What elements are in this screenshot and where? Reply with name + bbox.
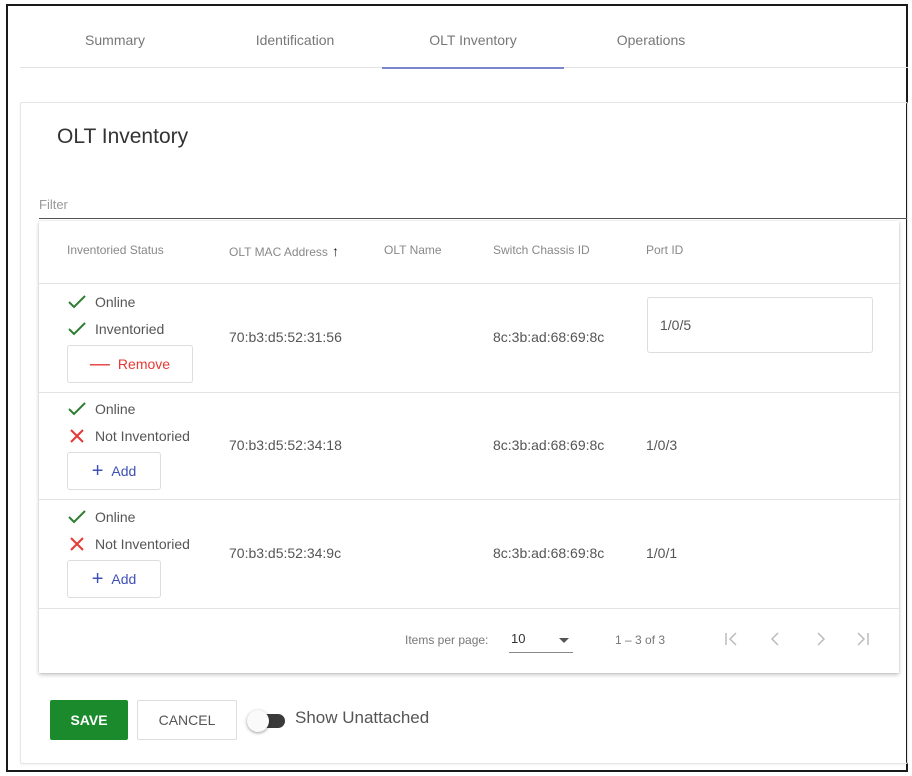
last-page-button[interactable]: [849, 625, 877, 653]
items-per-page-label: Items per page:: [405, 633, 489, 647]
switch-chassis-id: 8c:3b:ad:68:69:8c: [493, 437, 605, 453]
online-status: Online: [67, 509, 135, 525]
chevron-right-icon: [817, 632, 826, 646]
tab-olt-inventory[interactable]: OLT Inventory: [382, 6, 564, 69]
inventory-status: Not Inventoried: [67, 536, 190, 552]
remove-button[interactable]: — Remove: [67, 345, 193, 383]
inventory-status-text: Not Inventoried: [95, 536, 190, 552]
check-icon: [68, 322, 86, 336]
switch-chassis-id: 8c:3b:ad:68:69:8c: [493, 329, 605, 345]
page-size-select[interactable]: 10: [509, 627, 573, 653]
show-unattached-label: Show Unattached: [295, 708, 430, 727]
olt-mac-address: 70:b3:d5:52:34:9c: [229, 545, 342, 561]
plus-icon: +: [91, 460, 104, 482]
olt-mac-address: 70:b3:d5:52:31:56: [229, 329, 342, 345]
first-page-icon: [725, 632, 737, 646]
filter-input[interactable]: [39, 193, 907, 218]
previous-page-button[interactable]: [761, 625, 789, 653]
online-status: Online: [67, 401, 135, 417]
toggle-thumb: [247, 710, 269, 732]
header-switch-chassis-id[interactable]: Switch Chassis ID: [493, 243, 590, 257]
tab-operations[interactable]: Operations: [596, 6, 706, 68]
first-page-button[interactable]: [717, 625, 745, 653]
last-page-icon: [857, 632, 869, 646]
check-icon: [68, 402, 86, 416]
cross-icon: [70, 429, 84, 443]
next-page-button[interactable]: [807, 625, 835, 653]
plus-icon: +: [91, 568, 104, 590]
minus-icon: —: [89, 353, 110, 375]
online-status-text: Online: [95, 509, 136, 525]
port-id: 1/0/1: [646, 545, 678, 561]
page-range: 1 – 3 of 3: [615, 633, 666, 647]
header-olt-name[interactable]: OLT Name: [384, 243, 442, 257]
header-port-id[interactable]: Port ID: [646, 243, 683, 257]
add-button-label: Add: [111, 571, 137, 587]
sort-ascending-icon: ↑: [331, 243, 339, 259]
tab-bar: Summary Identification OLT Inventory Ope…: [20, 6, 908, 69]
header-olt-mac-address[interactable]: OLT MAC Address ↑: [229, 243, 339, 259]
card-title: OLT Inventory: [57, 125, 189, 148]
chevron-left-icon: [770, 632, 779, 646]
table-row: Online Not Inventoried + Add 70:b3:d5:52…: [39, 500, 899, 608]
inventory-status: Not Inventoried: [67, 428, 190, 444]
check-icon: [68, 295, 86, 309]
olt-inventory-card: OLT Inventory Filter Inventoried Status …: [20, 102, 908, 764]
caret-down-icon: [559, 638, 569, 643]
show-unattached-toggle[interactable]: [247, 710, 287, 732]
add-button-label: Add: [111, 463, 137, 479]
filter-field[interactable]: Filter: [39, 193, 907, 219]
switch-chassis-id: 8c:3b:ad:68:69:8c: [493, 545, 605, 561]
cross-icon: [70, 537, 84, 551]
header-olt-mac-label: OLT MAC Address: [229, 245, 328, 259]
port-id: 1/0/3: [646, 437, 678, 453]
inventory-status-text: Not Inventoried: [95, 428, 190, 444]
olt-table: Inventoried Status OLT MAC Address ↑ OLT …: [39, 221, 899, 673]
inventory-status-text: Inventoried: [95, 321, 165, 337]
add-button[interactable]: + Add: [67, 560, 161, 598]
online-status: Online: [67, 294, 135, 310]
remove-button-label: Remove: [117, 356, 171, 372]
tab-summary[interactable]: Summary: [60, 6, 170, 68]
cancel-button[interactable]: CANCEL: [137, 700, 237, 740]
online-status-text: Online: [95, 401, 136, 417]
inventory-status: Inventoried: [67, 321, 164, 337]
check-icon: [68, 510, 86, 524]
olt-mac-address: 70:b3:d5:52:34:18: [229, 437, 342, 453]
save-button[interactable]: SAVE: [50, 700, 128, 740]
page-size-value: 10: [511, 631, 526, 646]
table-row: Online Inventoried — Remove 70:b3:d5:52:…: [39, 284, 899, 392]
header-inventoried-status[interactable]: Inventoried Status: [67, 243, 164, 257]
table-row: Online Not Inventoried + Add 70:b3:d5:52…: [39, 393, 899, 499]
port-id-input[interactable]: [647, 297, 873, 353]
add-button[interactable]: + Add: [67, 452, 161, 490]
tab-identification[interactable]: Identification: [230, 6, 360, 68]
row-divider: [39, 608, 899, 609]
online-status-text: Online: [95, 294, 136, 310]
app-frame: Summary Identification OLT Inventory Ope…: [6, 4, 908, 772]
